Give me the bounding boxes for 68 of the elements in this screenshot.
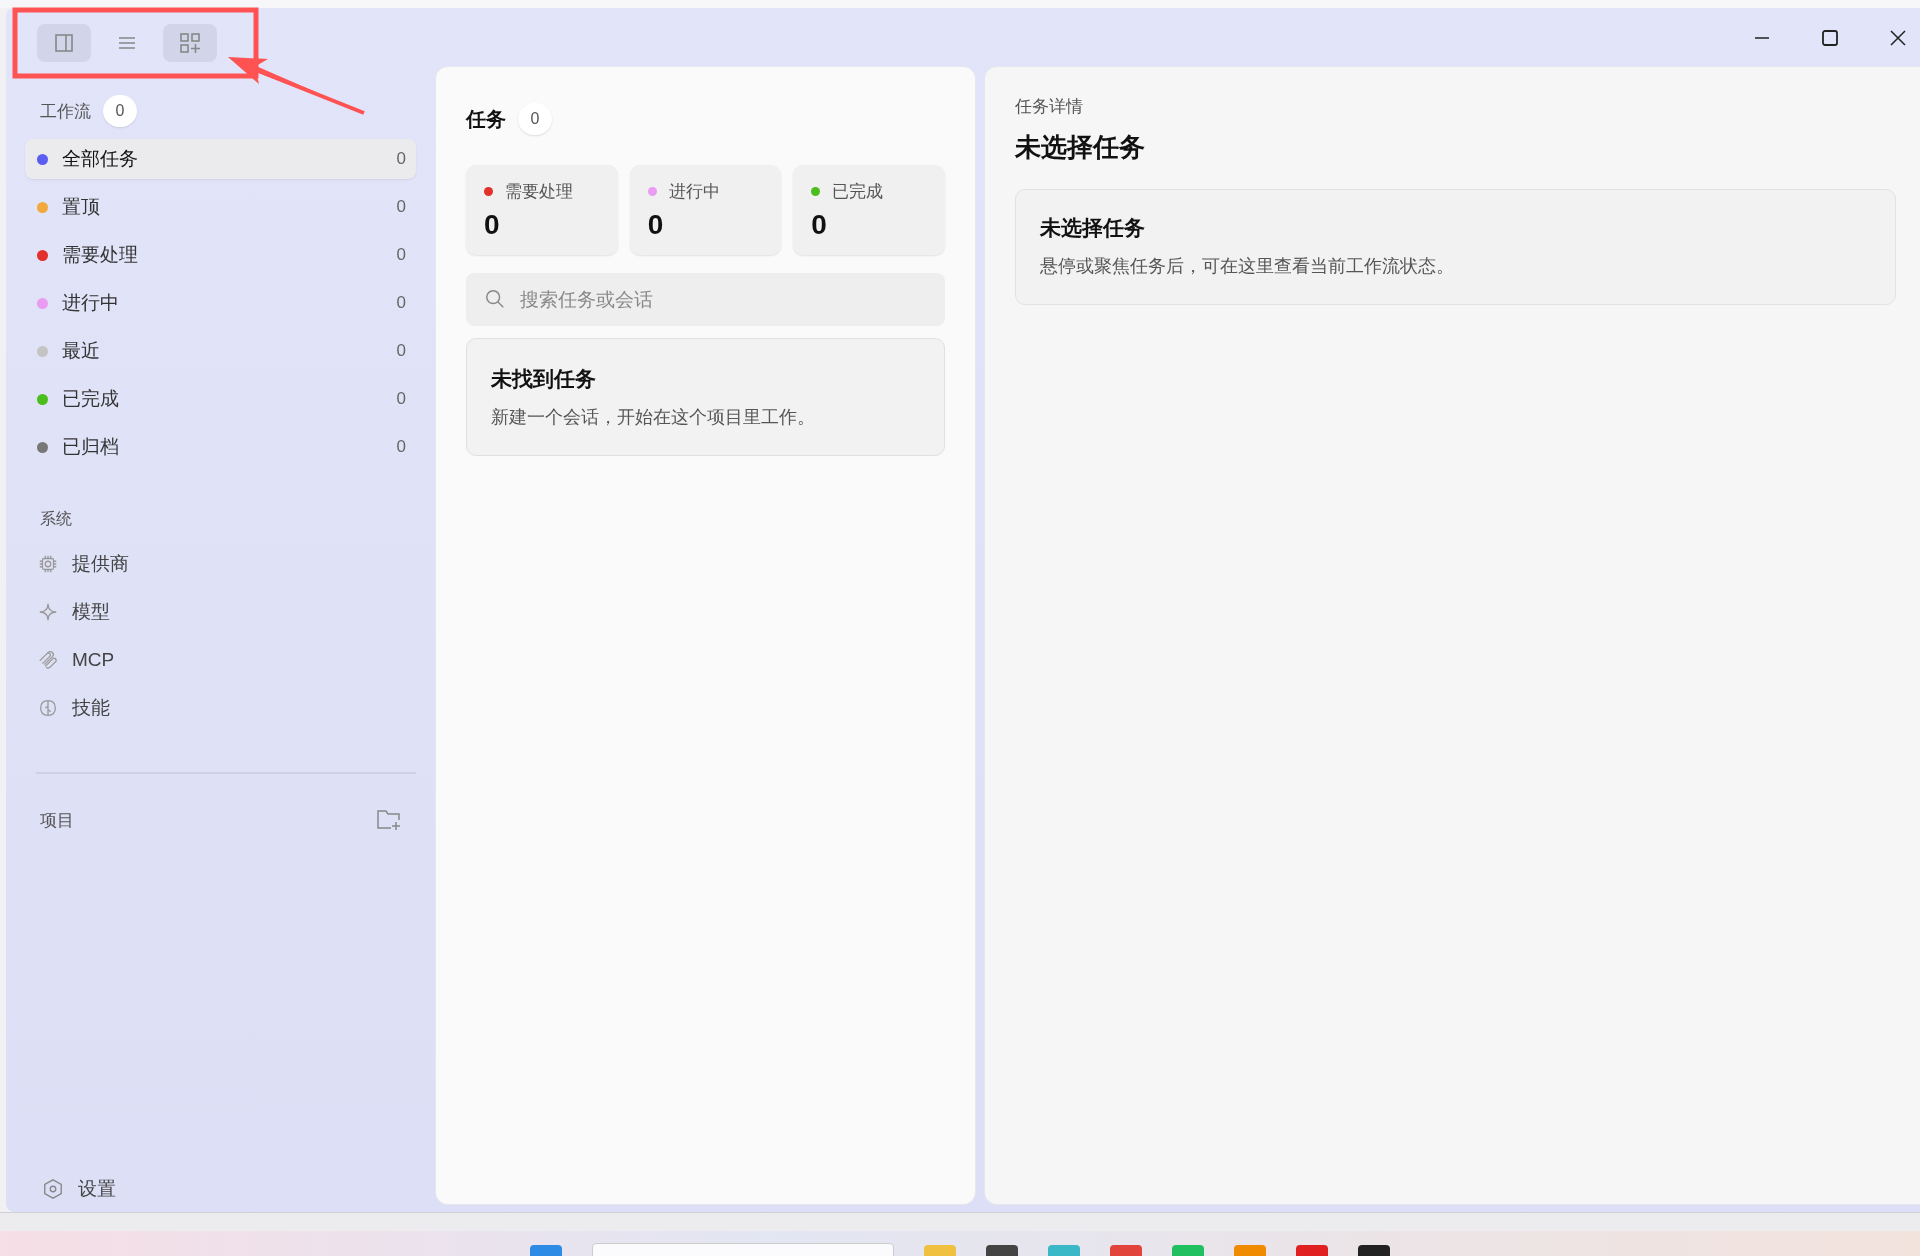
nav-label: 需要处理 bbox=[62, 243, 139, 267]
stat-label: 需要处理 bbox=[505, 181, 573, 203]
nav-item[interactable]: 已完成 0 bbox=[25, 379, 416, 419]
section-label: 系统 bbox=[40, 509, 73, 529]
stat-value: 0 bbox=[647, 209, 665, 241]
nav-item[interactable]: 模型 bbox=[25, 592, 416, 632]
stat-label: 进行中 bbox=[668, 181, 720, 203]
app-icon[interactable] bbox=[1296, 1245, 1328, 1256]
settings-item[interactable]: 设置 bbox=[25, 1176, 416, 1202]
sidebar-toggle-button[interactable] bbox=[37, 23, 91, 62]
empty-title: 未找到任务 bbox=[491, 366, 597, 392]
app-icon[interactable] bbox=[1358, 1245, 1390, 1256]
nav-label: 进行中 bbox=[62, 291, 120, 315]
panel-label: 任务详情 bbox=[1015, 96, 1084, 118]
section-label: 项目 bbox=[40, 809, 74, 832]
count-badge: 0 bbox=[103, 95, 137, 127]
nav-count: 0 bbox=[396, 293, 406, 313]
app-icon[interactable] bbox=[1172, 1245, 1204, 1256]
count-badge: 0 bbox=[518, 103, 552, 135]
search-field[interactable]: 搜索任务或会话 bbox=[466, 273, 945, 326]
nav-label: 已归档 bbox=[62, 435, 120, 459]
paperclip-icon bbox=[37, 649, 59, 671]
nav-item[interactable]: 技能 bbox=[25, 688, 416, 728]
nav-count: 0 bbox=[396, 437, 406, 457]
grid-plus-icon bbox=[178, 30, 202, 55]
windows-start-icon[interactable] bbox=[530, 1245, 562, 1256]
chip-icon bbox=[37, 553, 59, 575]
nav-count: 0 bbox=[396, 149, 406, 169]
app-icon[interactable] bbox=[1048, 1245, 1080, 1256]
add-folder-icon[interactable] bbox=[376, 808, 402, 832]
card-text: 悬停或聚焦任务后，可在这里查看当前工作流状态。 bbox=[1040, 255, 1455, 278]
nav-label: 提供商 bbox=[72, 552, 129, 576]
section-label: 工作流 bbox=[40, 100, 91, 123]
nav-item[interactable]: 已归档 0 bbox=[25, 427, 416, 467]
nav-label: 全部任务 bbox=[62, 147, 139, 171]
sparkle-icon bbox=[37, 601, 59, 623]
nav-count: 0 bbox=[396, 389, 406, 409]
nav-count: 0 bbox=[396, 341, 406, 361]
nav-label: 置顶 bbox=[62, 195, 101, 219]
nav-item[interactable]: 提供商 bbox=[25, 544, 416, 584]
nav-item[interactable]: 进行中 0 bbox=[25, 283, 416, 323]
nav-label: 技能 bbox=[72, 696, 110, 720]
panel-title: 未选择任务 bbox=[1015, 131, 1146, 164]
nav-label: 模型 bbox=[72, 600, 110, 624]
empty-text: 新建一个会话，开始在这个项目里工作。 bbox=[491, 406, 816, 429]
nav-item[interactable]: 需要处理 0 bbox=[25, 235, 416, 275]
app-icon[interactable] bbox=[1234, 1245, 1266, 1256]
nav-label: 已完成 bbox=[62, 387, 120, 411]
stat-value: 0 bbox=[811, 209, 828, 241]
nav-item[interactable]: 全部任务 0 bbox=[25, 139, 416, 179]
nav-item[interactable]: 置顶 0 bbox=[25, 187, 416, 227]
nav-label: 最近 bbox=[62, 339, 101, 363]
stat-value: 0 bbox=[484, 209, 501, 241]
folder-icon[interactable] bbox=[924, 1245, 956, 1256]
nav-count: 0 bbox=[396, 245, 406, 265]
card-title: 未选择任务 bbox=[1040, 215, 1146, 241]
nav-label: MCP bbox=[72, 649, 115, 671]
nav-item[interactable]: MCP bbox=[25, 640, 416, 680]
settings-icon bbox=[42, 1178, 64, 1200]
nav-count: 0 bbox=[396, 197, 406, 217]
app-icon[interactable] bbox=[1110, 1245, 1142, 1256]
nav-item[interactable]: 最近 0 bbox=[25, 331, 416, 371]
app-icon[interactable] bbox=[986, 1245, 1018, 1256]
grid-add-button[interactable] bbox=[163, 23, 217, 62]
taskbar-search-icon[interactable] bbox=[592, 1243, 894, 1256]
panel-title: 任务 bbox=[466, 106, 506, 132]
stat-label: 已完成 bbox=[832, 181, 884, 203]
brain-icon bbox=[37, 697, 59, 719]
